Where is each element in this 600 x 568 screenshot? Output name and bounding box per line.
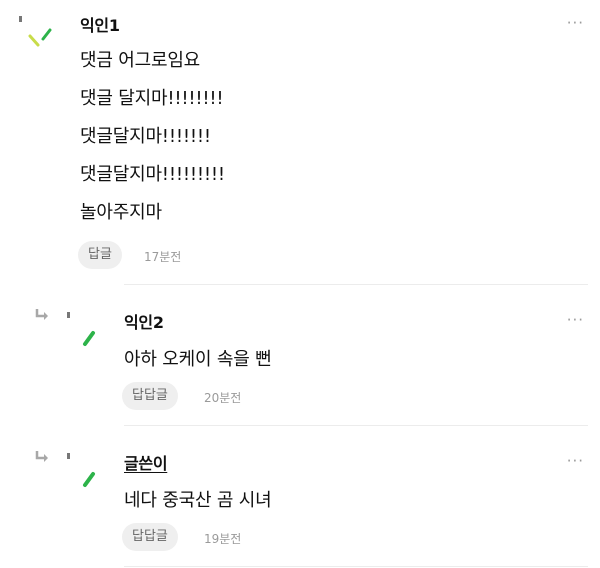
reply-arrow-icon xyxy=(35,451,48,462)
more-options-icon[interactable]: ··· xyxy=(567,454,584,469)
comment-line: 놀아주지마 xyxy=(80,202,162,223)
avatar-stroke-green xyxy=(41,28,52,41)
avatar-stroke-yellow xyxy=(28,34,40,47)
comment-line: 댓글 달지마!!!!!!!! xyxy=(80,88,224,109)
comment-line: 아하 오케이 속을 뻔 xyxy=(124,349,272,370)
comment-body: 네다 중국산 곰 시녀 xyxy=(124,482,272,520)
avatar-stroke-green xyxy=(83,472,95,487)
comment-line: 댓글달지마!!!!!!!!! xyxy=(80,164,225,185)
leaf-avatar-icon xyxy=(67,312,95,346)
nickname[interactable]: 익인2 xyxy=(124,309,164,333)
more-options-icon[interactable]: ··· xyxy=(567,16,584,31)
divider xyxy=(124,566,588,567)
avatar-marker xyxy=(19,16,22,22)
comment-line: 네다 중국산 곰 시녀 xyxy=(124,490,272,511)
leaf-avatar-icon xyxy=(19,16,52,47)
comment-body: 댓금 어그로임요 댓글 달지마!!!!!!!! 댓글달지마!!!!!!! 댓글달… xyxy=(80,42,225,232)
nickname[interactable]: 익인1 xyxy=(80,12,120,36)
avatar[interactable] xyxy=(64,450,108,494)
comment-line: 댓금 어그로임요 xyxy=(80,50,201,71)
reply-button[interactable]: 답답글 xyxy=(122,523,178,551)
reply-arrow-icon xyxy=(35,309,48,320)
reply-button[interactable]: 답글 xyxy=(78,241,122,269)
leaf-avatar-icon xyxy=(67,453,95,487)
avatar-marker xyxy=(67,312,70,318)
avatar-marker xyxy=(67,453,70,459)
comment: 익인1 ··· 댓금 어그로임요 댓글 달지마!!!!!!!! 댓글달지마!!!… xyxy=(0,0,600,285)
avatar[interactable] xyxy=(64,309,108,353)
avatar-stroke-green xyxy=(83,331,95,346)
more-options-icon[interactable]: ··· xyxy=(567,313,584,328)
reply-button[interactable]: 답답글 xyxy=(122,382,178,410)
timestamp: 20분전 xyxy=(204,391,242,405)
comment-body: 아하 오케이 속을 뻔 xyxy=(124,341,272,379)
timestamp: 17분전 xyxy=(144,250,182,264)
reply-comment: 익인2 ··· 아하 오케이 속을 뻔 답답글 20분전 xyxy=(0,285,600,426)
reply-comment: 글쓴이 ··· 네다 중국산 곰 시녀 답답글 19분전 xyxy=(0,426,600,568)
comment-line: 댓글달지마!!!!!!! xyxy=(80,126,211,147)
avatar[interactable] xyxy=(16,12,60,56)
author-nickname[interactable]: 글쓴이 xyxy=(124,450,168,474)
timestamp: 19분전 xyxy=(204,532,242,546)
